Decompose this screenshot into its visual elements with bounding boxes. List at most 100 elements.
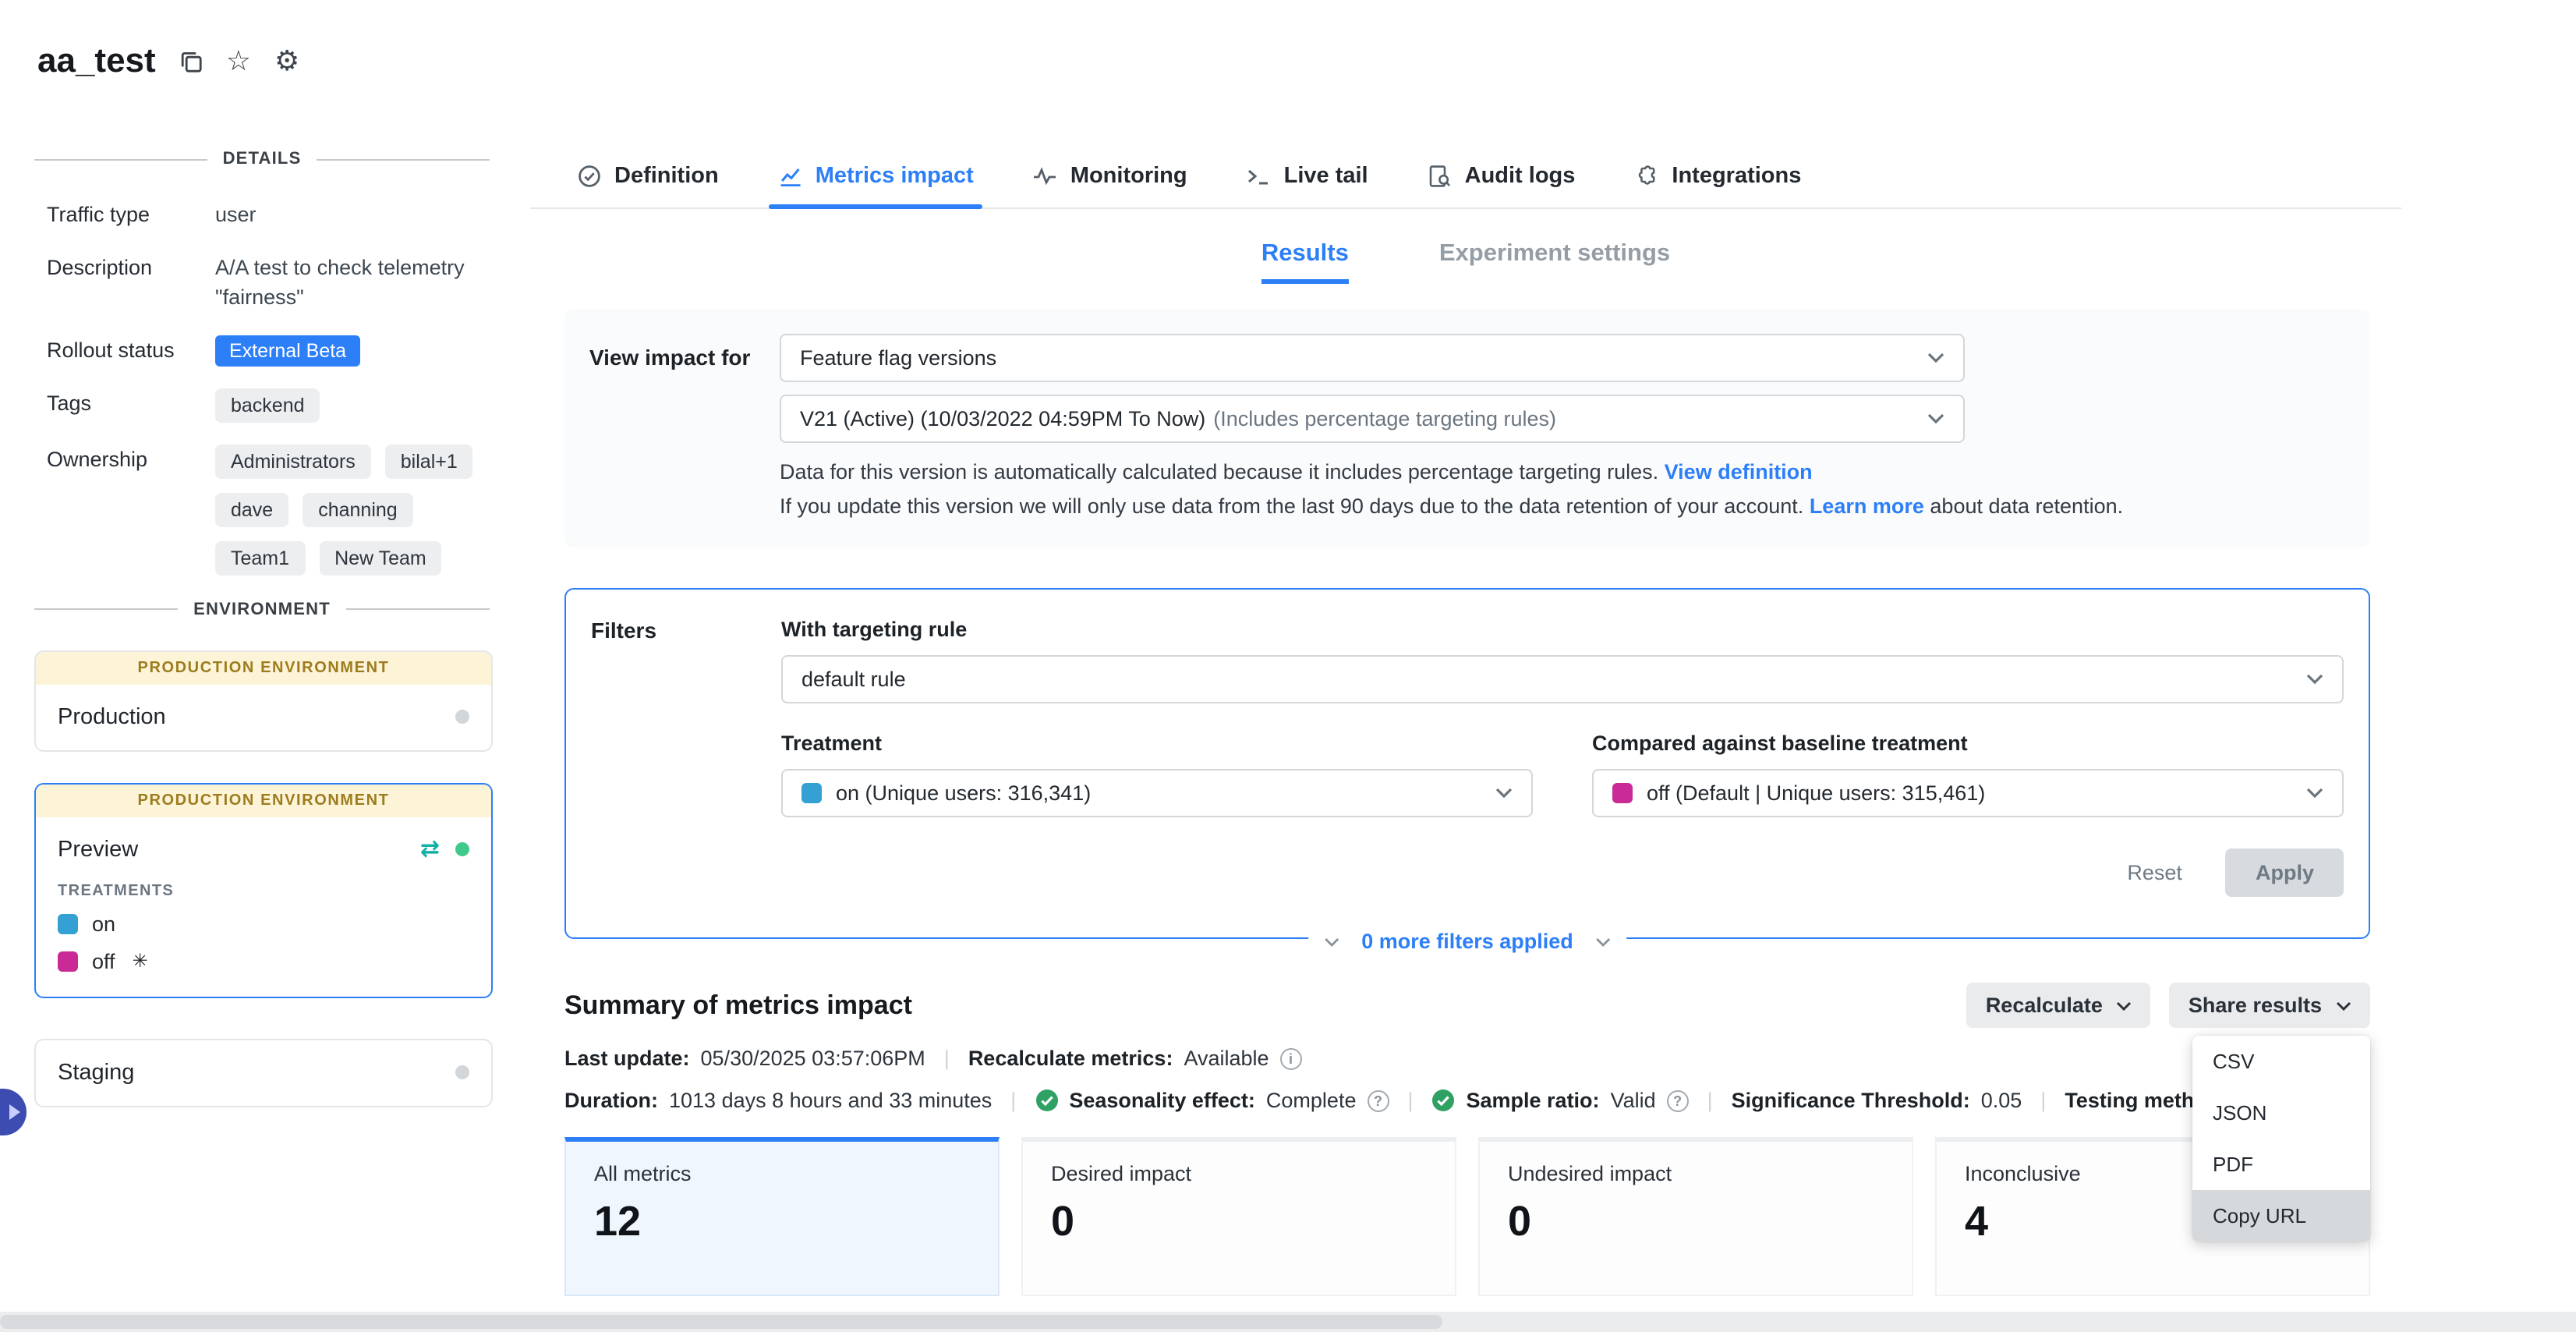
treatment-off-label: off xyxy=(92,949,115,972)
recalculate-button[interactable]: Recalculate xyxy=(1967,983,2151,1028)
star-icon[interactable]: ☆ xyxy=(226,47,251,75)
menu-item-pdf[interactable]: PDF xyxy=(2192,1139,2370,1190)
chevron-down-icon xyxy=(1324,937,1339,946)
filters-panel: Filters With targeting rule default rule… xyxy=(564,588,2370,939)
check-circle-icon xyxy=(1035,1089,1058,1112)
tab-bar: Definition Metrics impact Monitoring Liv… xyxy=(530,143,2401,209)
menu-item-json[interactable]: JSON xyxy=(2192,1087,2370,1139)
owner-pill[interactable]: Administrators xyxy=(215,444,371,478)
metric-card-undesired-impact[interactable]: Undesired impact 0 xyxy=(1478,1137,1913,1296)
info-icon[interactable]: ? xyxy=(1667,1089,1689,1111)
sample-ratio-label: Sample ratio: xyxy=(1467,1089,1600,1112)
tag-pill[interactable]: backend xyxy=(215,388,320,422)
version-type-value: Feature flag versions xyxy=(800,346,996,370)
version-select[interactable]: V21 (Active) (10/03/2022 04:59PM To Now)… xyxy=(780,395,1965,443)
check-circle-icon xyxy=(1432,1089,1456,1112)
reset-button[interactable]: Reset xyxy=(2127,861,2182,884)
description-label: Description xyxy=(47,252,215,282)
tags-label: Tags xyxy=(47,388,215,418)
metric-card-desired-impact[interactable]: Desired impact 0 xyxy=(1021,1137,1456,1296)
tab-label: Integrations xyxy=(1672,163,1801,188)
version-value: V21 (Active) (10/03/2022 04:59PM To Now) xyxy=(800,407,1205,430)
environment-card-staging[interactable]: Staging xyxy=(34,1038,493,1107)
tab-integrations[interactable]: Integrations xyxy=(1634,143,1801,207)
treatment-on-swatch xyxy=(801,783,822,803)
owner-pill[interactable]: Team1 xyxy=(215,540,305,575)
tab-audit-logs[interactable]: Audit logs xyxy=(1428,143,1576,207)
owner-pill[interactable]: dave xyxy=(215,492,288,526)
baseline-select-value: off (Default | Unique users: 315,461) xyxy=(1647,781,1985,805)
more-filters-label: 0 more filters applied xyxy=(1361,930,1573,953)
version-calc-note-text: Data for this version is automatically c… xyxy=(780,460,1658,484)
terminal-icon xyxy=(1247,163,1272,188)
treatment-on-swatch xyxy=(58,913,78,933)
tab-live-tail[interactable]: Live tail xyxy=(1247,143,1368,207)
tags-row: Tags backend xyxy=(0,388,524,422)
ownership-label: Ownership xyxy=(47,444,215,474)
environment-status-dot xyxy=(455,1065,469,1079)
gear-icon[interactable]: ⚙ xyxy=(274,47,299,75)
metric-card-value: 0 xyxy=(1051,1198,1427,1246)
recalculate-metrics-value: Available xyxy=(1184,1047,1269,1070)
metric-card-label: All metrics xyxy=(594,1162,970,1185)
data-retention-note-tail: about data retention. xyxy=(1930,494,2123,517)
data-retention-note: If you update this version we will only … xyxy=(780,489,2345,523)
metric-card-label: Desired impact xyxy=(1051,1162,1427,1185)
tab-metrics-impact[interactable]: Metrics impact xyxy=(778,143,974,207)
divider: | xyxy=(2040,1089,2046,1112)
tab-definition[interactable]: Definition xyxy=(577,143,719,207)
copy-name-icon[interactable] xyxy=(179,49,203,73)
environment-card-production[interactable]: PRODUCTION ENVIRONMENT Production xyxy=(34,650,493,751)
menu-item-copy-url[interactable]: Copy URL xyxy=(2192,1190,2370,1242)
version-calc-note: Data for this version is automatically c… xyxy=(780,455,2345,489)
chevron-down-icon xyxy=(1927,352,1944,363)
tab-label: Definition xyxy=(614,163,719,188)
chevron-down-icon xyxy=(2117,1001,2132,1010)
environment-card-preview[interactable]: PRODUCTION ENVIRONMENT Preview ⇄ TREATME… xyxy=(34,782,493,997)
environment-section-header: ENVIRONMENT xyxy=(34,600,490,618)
targeting-rule-value: default rule xyxy=(801,668,906,691)
treatment-label: Treatment xyxy=(781,732,1533,755)
share-results-button[interactable]: Share results xyxy=(2170,983,2370,1028)
tab-label: Audit logs xyxy=(1465,163,1576,188)
subtab-results[interactable]: Results xyxy=(1261,240,1349,284)
owner-pill[interactable]: bilal+1 xyxy=(385,444,473,478)
chevron-down-icon xyxy=(2306,788,2323,799)
view-impact-panel: View impact for Feature flag versions V2… xyxy=(564,309,2370,547)
production-environment-banner: PRODUCTION ENVIRONMENT xyxy=(36,784,491,817)
environment-name: Preview xyxy=(58,837,138,862)
traffic-type-value: user xyxy=(215,200,493,230)
metric-card-all-metrics[interactable]: All metrics 12 xyxy=(564,1137,1000,1296)
learn-more-link[interactable]: Learn more xyxy=(1810,494,1924,517)
divider: | xyxy=(944,1047,950,1070)
traffic-type-label: Traffic type xyxy=(47,200,215,230)
scrollbar-thumb[interactable] xyxy=(0,1315,1442,1329)
tab-label: Monitoring xyxy=(1070,163,1187,188)
environment-status-dot-active xyxy=(455,842,469,856)
apply-button[interactable]: Apply xyxy=(2226,848,2344,897)
owner-pill[interactable]: channing xyxy=(303,492,413,526)
treatment-row-off: off ✳ xyxy=(36,949,491,972)
info-icon[interactable]: i xyxy=(1280,1047,1302,1069)
treatment-select[interactable]: on (Unique users: 316,341) xyxy=(781,769,1533,817)
version-type-select[interactable]: Feature flag versions xyxy=(780,334,1965,382)
rollout-status-label: Rollout status xyxy=(47,335,215,365)
last-update-label: Last update: xyxy=(564,1047,690,1070)
page-title: aa_test xyxy=(37,41,156,81)
targeting-rule-select[interactable]: default rule xyxy=(781,655,2344,703)
tab-monitoring[interactable]: Monitoring xyxy=(1033,143,1187,207)
summary-status-line-2: Duration: 1013 days 8 hours and 33 minut… xyxy=(564,1089,2370,1112)
menu-item-csv[interactable]: CSV xyxy=(2192,1036,2370,1087)
traffic-type-row: Traffic type user xyxy=(0,200,524,230)
baseline-treatment-select[interactable]: off (Default | Unique users: 315,461) xyxy=(1592,769,2344,817)
share-results-label: Share results xyxy=(2189,994,2322,1017)
summary-title: Summary of metrics impact xyxy=(564,990,912,1021)
owner-pill[interactable]: New Team xyxy=(319,540,442,575)
info-icon[interactable]: ? xyxy=(1367,1089,1389,1111)
horizontal-scrollbar[interactable] xyxy=(0,1312,2576,1332)
treatment-select-value: on (Unique users: 316,341) xyxy=(836,781,1091,805)
more-filters-toggle[interactable]: 0 more filters applied xyxy=(1308,930,1626,953)
subtab-experiment-settings[interactable]: Experiment settings xyxy=(1439,240,1670,284)
environment-name: Production xyxy=(58,704,166,729)
view-definition-link[interactable]: View definition xyxy=(1665,460,1813,484)
